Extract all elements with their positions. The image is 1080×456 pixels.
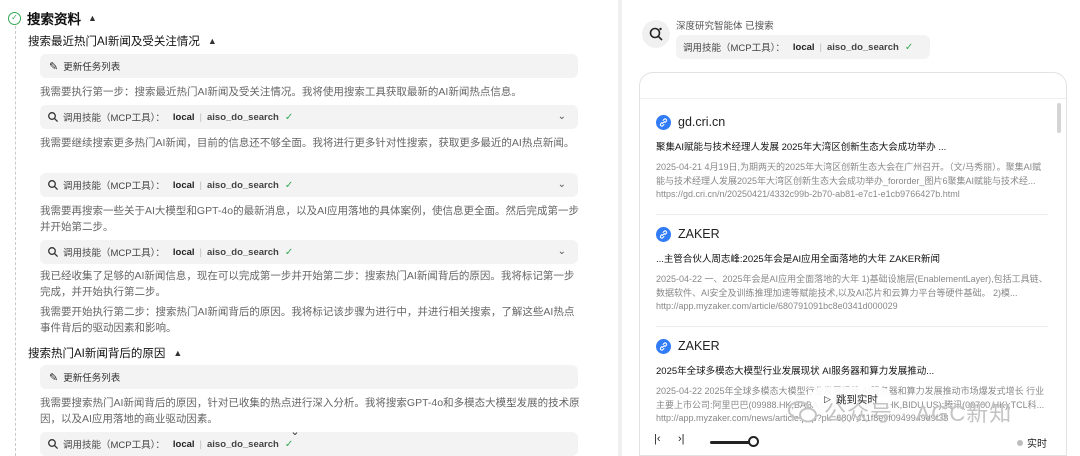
check-icon: ✓ bbox=[284, 111, 294, 123]
skill-call-bar[interactable]: 调用技能（MCP工具）： local | aiso_do_search ✓ ⌄ bbox=[40, 240, 578, 264]
task-list-label: 更新任务列表 bbox=[63, 373, 121, 384]
skill-label: 调用技能（MCP工具）： bbox=[63, 440, 165, 451]
separator: | bbox=[199, 111, 202, 123]
result-title[interactable]: 2025年全球多模态大模型行业发展现状 AI服务器和算力发展推动... bbox=[656, 363, 1048, 377]
check-circle-icon: ✓ bbox=[8, 11, 21, 25]
section-header[interactable]: ✓ 搜索资料 ▲ bbox=[8, 9, 97, 27]
result-url[interactable]: http://app.myzaker.com/article/680791091… bbox=[656, 301, 1048, 311]
link-icon bbox=[656, 338, 671, 354]
search-result[interactable]: ZAKER ...主管合伙人周志峰:2025年会是AI应用全面落地的大年 ZAK… bbox=[656, 225, 1048, 311]
pencil-icon: ✎ bbox=[49, 371, 59, 384]
update-task-list-bar[interactable]: ✎ 更新任务列表 bbox=[40, 54, 578, 78]
browser-top-bar bbox=[640, 73, 1066, 99]
skill-call-bar[interactable]: 调用技能（MCP工具）： local | aiso_do_search ✓ ⌄ bbox=[40, 173, 578, 197]
result-site: gd.cri.cn bbox=[678, 115, 726, 129]
live-status-dot bbox=[1017, 440, 1023, 446]
result-url[interactable]: https://gd.cri.cn/n/20250421/4332c99b-2b… bbox=[656, 189, 1048, 199]
separator: | bbox=[199, 246, 202, 258]
jump-live-label: 跳到实时 bbox=[835, 393, 878, 406]
chevron-down-icon[interactable]: ⌄ bbox=[558, 246, 566, 257]
skill-source: local bbox=[172, 246, 195, 258]
result-description: 2025-04-21 4月19日,为期两天的2025年大湾区创新生态大会在广州召… bbox=[656, 162, 1042, 186]
search-gear-icon bbox=[48, 247, 59, 258]
result-divider bbox=[656, 214, 1048, 215]
agent-search-icon bbox=[642, 20, 670, 48]
search-gear-icon bbox=[48, 180, 59, 191]
subsection-header-1[interactable]: 搜索最近热门AI新闻及受关注情况 ▲ bbox=[28, 33, 217, 49]
search-gear-icon bbox=[48, 112, 59, 123]
progress-thumb[interactable] bbox=[748, 436, 759, 447]
live-label[interactable]: 实时 bbox=[1027, 435, 1047, 450]
separator: | bbox=[199, 438, 202, 450]
separator: | bbox=[199, 179, 202, 191]
skip-forward-icon[interactable]: ›| bbox=[678, 433, 685, 445]
scroll-to-bottom-icon[interactable]: ⌄ bbox=[287, 424, 303, 440]
skill-tool: aiso_do_search bbox=[827, 41, 899, 53]
result-title[interactable]: 聚集AI赋能与技术经理人发展 2025年大湾区创新生态大会成功举办 ... bbox=[656, 139, 1048, 153]
agent-status-label: 深度研究智能体 已搜索 bbox=[676, 21, 774, 32]
skill-call-bar[interactable]: 调用技能（MCP工具）： local | aiso_do_search ✓ ⌄ bbox=[40, 105, 578, 129]
playback-controls: |‹ ›| 实时 bbox=[640, 425, 1066, 455]
skill-tool: aiso_do_search bbox=[207, 111, 279, 123]
result-site: ZAKER bbox=[678, 339, 720, 353]
thought-paragraph: 我需要搜索热门AI新闻背后的原因，针对已收集的热点进行深入分析。我将搜索GPT-… bbox=[40, 397, 580, 425]
thought-paragraph: 我已经收集了足够的AI新闻信息，现在可以完成第一步并开始第二步：搜索热门AI新闻… bbox=[40, 270, 575, 298]
search-result[interactable]: gd.cri.cn 聚集AI赋能与技术经理人发展 2025年大湾区创新生态大会成… bbox=[656, 113, 1048, 199]
chat-panel: ✓ 搜索资料 ▲ 搜索最近热门AI新闻及受关注情况 ▲ ✎ 更新任务列表 我需要… bbox=[0, 0, 618, 456]
subsection-title: 搜索最近热门AI新闻及受关注情况 bbox=[28, 36, 200, 48]
chevron-up-icon[interactable]: ▲ bbox=[208, 36, 217, 46]
pencil-icon: ✎ bbox=[49, 60, 59, 73]
link-icon bbox=[656, 226, 671, 242]
result-divider bbox=[656, 326, 1048, 327]
skill-source: local bbox=[792, 41, 815, 53]
thought-paragraph: 我需要执行第一步：搜索最近热门AI新闻及受关注情况。我将使用搜索工具获取最新的A… bbox=[40, 86, 522, 98]
skip-back-icon[interactable]: |‹ bbox=[654, 433, 661, 445]
skill-source: local bbox=[172, 111, 195, 123]
agent-skill-call-bar[interactable]: 调用技能（MCP工具）： local | aiso_do_search ✓ bbox=[676, 35, 930, 59]
skill-tool: aiso_do_search bbox=[207, 179, 279, 191]
chevron-down-icon[interactable]: ⌄ bbox=[558, 111, 566, 122]
check-icon: ✓ bbox=[284, 438, 294, 450]
thought-paragraph: 我需要继续搜索更多热门AI新闻，目前的信息还不够全面。我将进行更多针对性搜索，获… bbox=[40, 137, 575, 149]
skill-tool: aiso_do_search bbox=[207, 438, 279, 450]
timeline-line bbox=[15, 26, 16, 456]
thought-paragraph: 我需要再搜索一些关于AI大模型和GPT-4o的最新消息，以及AI应用落地的具体案… bbox=[40, 205, 580, 233]
check-icon: ✓ bbox=[284, 246, 294, 258]
result-url[interactable]: http://app.myzaker.com/news/article.php?… bbox=[656, 413, 1048, 423]
task-list-label: 更新任务列表 bbox=[63, 62, 121, 73]
skill-call-bar[interactable]: 调用技能（MCP工具）： local | aiso_do_search ✓ bbox=[40, 432, 578, 456]
skill-tool: aiso_do_search bbox=[207, 246, 279, 258]
skill-source: local bbox=[172, 179, 195, 191]
skill-label: 调用技能（MCP工具）： bbox=[63, 181, 165, 192]
check-icon: ✓ bbox=[904, 41, 914, 53]
search-gear-icon bbox=[48, 439, 59, 450]
result-title[interactable]: ...主管合伙人周志峰:2025年会是AI应用全面落地的大年 ZAKER新闻 bbox=[656, 251, 1048, 265]
separator: | bbox=[819, 41, 822, 53]
subsection-header-2[interactable]: 搜索热门AI新闻背后的原因 ▲ bbox=[28, 345, 182, 361]
check-icon: ✓ bbox=[284, 179, 294, 191]
chevron-down-icon[interactable]: ⌄ bbox=[558, 179, 566, 190]
skill-label: 调用技能（MCP工具）： bbox=[63, 248, 165, 259]
chevron-up-icon[interactable]: ▲ bbox=[173, 348, 182, 358]
skill-label: 调用技能（MCP工具）： bbox=[63, 113, 165, 124]
result-description: 2025-04-22 一、2025年会是AI应用全面落地的大年 1)基础设施层(… bbox=[656, 274, 1048, 298]
result-site: ZAKER bbox=[678, 227, 720, 241]
link-icon bbox=[656, 114, 671, 130]
scrollbar[interactable] bbox=[1057, 103, 1061, 133]
search-results-window: gd.cri.cn 聚集AI赋能与技术经理人发展 2025年大湾区创新生态大会成… bbox=[639, 72, 1067, 456]
play-icon: ▷ bbox=[824, 393, 831, 404]
subsection-title: 搜索热门AI新闻背后的原因 bbox=[28, 348, 166, 360]
update-task-list-bar[interactable]: ✎ 更新任务列表 bbox=[40, 365, 578, 389]
agent-browser-panel: 深度研究智能体 已搜索 调用技能（MCP工具）： local | aiso_do… bbox=[622, 0, 1080, 456]
skill-source: local bbox=[172, 438, 195, 450]
section-title: 搜索资料 bbox=[27, 12, 81, 27]
chevron-up-icon[interactable]: ▲ bbox=[88, 13, 97, 23]
thought-paragraph: 我需要开始执行第二步：搜索热门AI新闻背后的原因。我将标记该步骤为进行中，并进行… bbox=[40, 306, 575, 334]
skill-label: 调用技能（MCP工具）： bbox=[683, 43, 785, 54]
jump-to-live-button[interactable]: ▷ 跳到实时 bbox=[810, 387, 892, 411]
